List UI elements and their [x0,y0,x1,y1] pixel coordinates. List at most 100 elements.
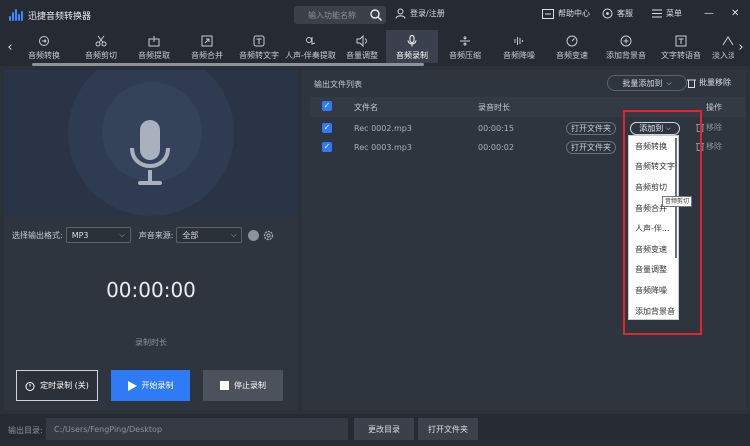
start-record-button[interactable]: 开始录制 [111,370,190,401]
speed-icon [566,35,578,47]
tab-convert[interactable]: 音频转换 [18,30,70,66]
stop-record-label: 停止录制 [234,381,266,390]
tab-merge[interactable]: 音频合并 [181,30,233,66]
select-all-checkbox[interactable]: ✓ [322,101,332,111]
menu-button[interactable]: 菜单 [652,8,682,19]
tab-label: 淡入淡出 [712,51,734,60]
tab-label: 人声-伴奏提取 [285,51,336,60]
trash-icon [687,79,696,88]
tab-fade[interactable]: 淡入淡出 [708,30,734,66]
user-icon [395,8,406,19]
tab-scissors[interactable]: 音频剪切 [75,30,127,66]
tab-label: 音频变速 [556,51,588,60]
help-center-label: 帮助中心 [558,9,590,18]
login-button[interactable]: 登录/注册 [395,8,445,19]
volume-icon [356,35,367,47]
menu-label: 菜单 [666,9,682,18]
tab-label: 音频录制 [396,51,428,60]
row-checkbox[interactable]: ✓ [322,142,332,152]
stop-record-button[interactable]: 停止录制 [203,370,283,401]
tab-vocal[interactable]: 人声-伴奏提取 [283,30,338,66]
source-select[interactable]: 全部 ⌵ [176,227,243,243]
format-value: MP3 [71,230,89,240]
timer-icon [25,381,35,391]
tool-tabs: 音频转换 音频剪切 音频提取 音频合并 音频转文字 人声-伴奏提取 音量调整 音频录制 音频压缩… [18,30,734,66]
tab-bgm[interactable]: 添加背景音 [598,30,654,66]
open-folder-button[interactable]: 打开文件夹 [418,418,478,440]
text-icon [253,35,265,47]
tab-mic[interactable]: 音频录制 [386,30,438,66]
merge-icon [201,35,213,47]
start-record-label: 开始录制 [141,381,174,390]
help-center-button[interactable]: 帮助中心 [542,8,590,19]
mic-visual [4,70,298,216]
chevron-right-icon[interactable]: › [734,39,748,57]
remove-label: 移除 [706,142,722,151]
search-icon[interactable] [369,8,383,22]
highlight-annotation-box [623,110,702,335]
scissors-icon [95,35,107,47]
file-duration: 00:00:02 [478,143,514,152]
change-directory-button[interactable]: 更改目录 [354,418,414,440]
tab-label: 音频剪切 [85,51,117,60]
batch-remove-button[interactable]: 批量移除 [687,77,731,88]
timed-record-button[interactable]: 定时录制 (关) [16,370,98,401]
batch-remove-label: 批量移除 [699,78,731,87]
open-folder-button[interactable]: 打开文件夹 [566,122,616,135]
tab-extract[interactable]: 音频提取 [128,30,180,66]
function-search [294,6,386,24]
info-icon[interactable] [248,229,260,241]
tab-denoise[interactable]: 音频降噪 [493,30,545,66]
tabs-scrollbar[interactable] [18,63,734,66]
tabs-scrollbar-thumb[interactable] [32,63,424,66]
tab-label: 音频压缩 [449,51,481,60]
output-dir-path[interactable]: C:/Users/FengPing/Desktop [46,418,348,440]
app-logo-icon [9,9,23,21]
file-name: Rec 0003.mp3 [354,143,412,152]
tab-speed[interactable]: 音频变速 [546,30,598,66]
tab-compress[interactable]: 音频压缩 [438,30,492,66]
open-folder-button[interactable]: 打开文件夹 [566,141,616,154]
output-list-title: 输出文件列表 [314,80,362,89]
gear-icon[interactable] [263,230,274,241]
batch-add-label: 批量添加到 [622,78,663,88]
play-icon [127,380,137,391]
login-label: 登录/注册 [410,9,445,18]
stop-icon [220,381,229,390]
remove-label: 移除 [706,123,722,132]
timed-record-label: 定时录制 (关) [40,381,89,390]
tab-tts[interactable]: 文字转语音 [655,30,707,66]
record-duration-label: 录制时长 [135,338,167,347]
close-button[interactable]: ✕ [731,8,739,19]
search-input[interactable] [294,10,366,20]
customer-service-button[interactable]: 客服 [602,8,633,19]
tool-tabs-bar: ‹ 音频转换 音频剪切 音频提取 音频合并 音频转文字 人声-伴奏提取 音量调整 音频录制 音频… [0,30,750,66]
menu-icon [652,9,662,18]
tab-volume[interactable]: 音量调整 [338,30,386,66]
tab-label: 音频转换 [28,51,60,60]
tab-label: 音量调整 [346,51,378,60]
record-options: 选择输出格式: MP3 ⌵ 声音来源: 全部 ⌵ [4,224,298,246]
chevron-down-icon: ⌵ [119,230,125,239]
output-dir-label: 输出目录: [8,426,43,435]
extract-icon [148,36,160,47]
mic-icon [407,35,417,47]
record-timer: 00:00:00 [106,278,196,302]
format-label: 选择输出格式: [12,230,63,240]
help-center-icon [542,8,554,19]
column-duration: 录音时长 [478,103,510,112]
output-directory-bar: 输出目录: C:/Users/FengPing/Desktop 更改目录 打开文… [0,414,750,446]
source-value: 全部 [182,230,199,240]
headset-icon [602,8,613,19]
tab-label: 音频降噪 [503,51,535,60]
customer-service-label: 客服 [617,9,633,18]
compress-icon [460,36,470,46]
tts-icon [675,35,687,47]
minimize-button[interactable]: — [704,8,714,19]
row-checkbox[interactable]: ✓ [322,123,332,133]
format-select[interactable]: MP3 ⌵ [65,227,131,243]
batch-add-to-button[interactable]: 批量添加到 ⌵ [607,75,687,91]
record-panel: 选择输出格式: MP3 ⌵ 声音来源: 全部 ⌵ 00:00:00 录制时长 定… [4,70,298,410]
tab-text[interactable]: 音频转文字 [234,30,284,66]
chevron-left-icon[interactable]: ‹ [3,39,17,57]
